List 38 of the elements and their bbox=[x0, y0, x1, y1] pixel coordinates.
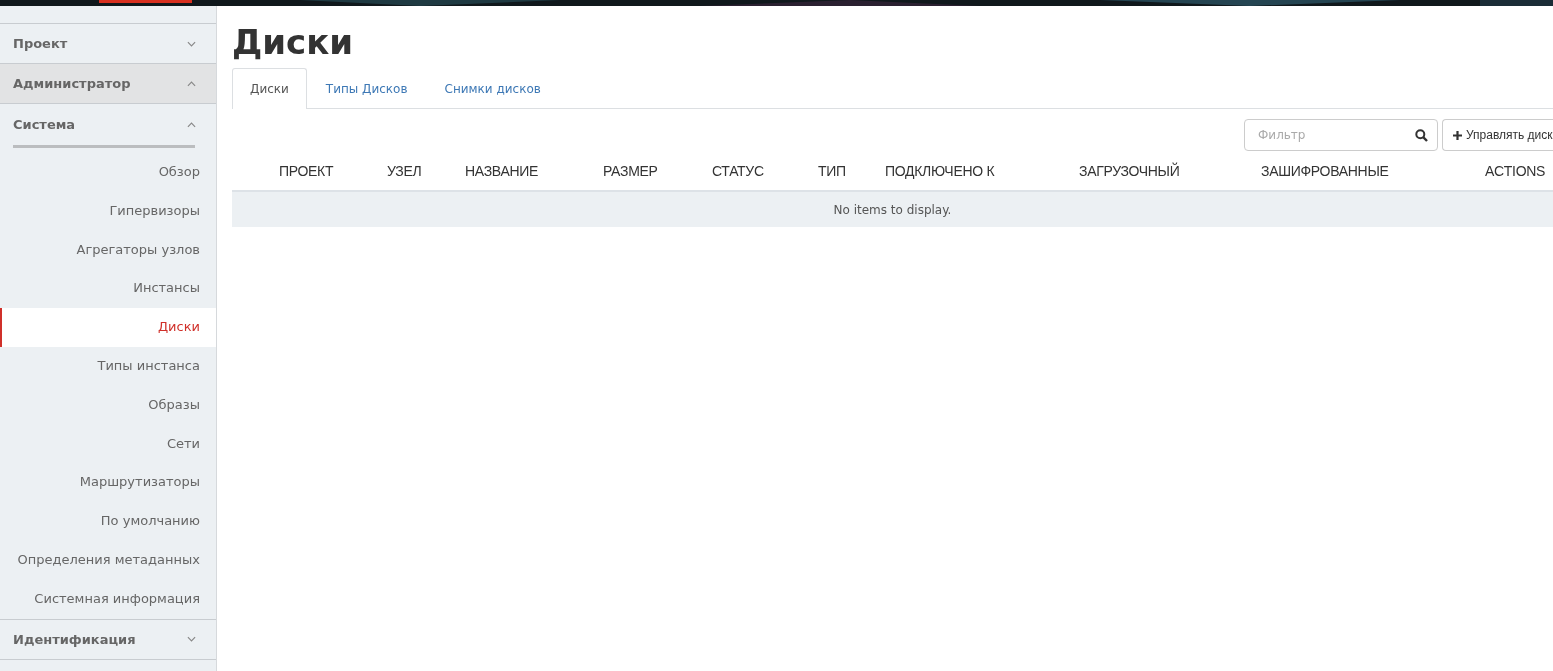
sidebar-item[interactable]: Обзор bbox=[0, 153, 216, 192]
column-header: ПРОЕКТ bbox=[279, 162, 335, 179]
page-title: Диски bbox=[232, 22, 355, 62]
tab[interactable]: Снимки дисков bbox=[426, 68, 559, 108]
column-header: ACTIONS bbox=[1485, 162, 1547, 179]
filter-field[interactable]: Фильтр bbox=[1244, 119, 1438, 151]
chevron-icon bbox=[187, 636, 196, 643]
manage-volumes-button[interactable]: Управлять диск bbox=[1442, 119, 1553, 151]
sidebar-section[interactable]: Система bbox=[0, 104, 216, 145]
sidebar-item[interactable]: Системная информация bbox=[0, 579, 216, 619]
column-header: НАЗВАНИЕ bbox=[465, 162, 540, 179]
column-header: РАЗМЕР bbox=[603, 162, 659, 179]
sidebar-item[interactable]: Агрегаторы узлов bbox=[0, 230, 216, 270]
column-header: ПОДКЛЮЧЕНО К bbox=[885, 162, 996, 179]
chevron-icon bbox=[187, 121, 196, 128]
tab[interactable]: Диски bbox=[232, 68, 307, 109]
chevron-icon bbox=[187, 40, 196, 47]
column-header: ЗАГРУЗОЧНЫЙ bbox=[1079, 162, 1181, 179]
sidebar-item[interactable]: Сети bbox=[0, 424, 216, 464]
plus-icon bbox=[1453, 130, 1462, 140]
column-header: УЗЕЛ bbox=[387, 162, 423, 179]
sidebar-item[interactable]: Определения метаданных bbox=[0, 540, 216, 580]
tab[interactable]: Типы Дисков bbox=[307, 68, 426, 108]
sidebar-section[interactable]: Администратор bbox=[0, 63, 216, 103]
search-icon bbox=[1415, 129, 1428, 142]
column-header: ТИП bbox=[818, 162, 847, 179]
sidebar-item[interactable]: По умолчанию bbox=[0, 502, 216, 541]
sidebar-item[interactable]: Инстансы bbox=[0, 269, 216, 309]
column-header: ЗАШИФРОВАННЫЕ bbox=[1261, 162, 1390, 179]
sidebar-item[interactable]: Образы bbox=[0, 385, 216, 425]
sidebar-item[interactable]: Гипервизоры bbox=[0, 191, 216, 231]
empty-message: No items to display. bbox=[833, 202, 952, 217]
sidebar-item[interactable]: Типы инстанса bbox=[0, 347, 216, 386]
sidebar-section[interactable]: Идентификация bbox=[0, 618, 216, 660]
sidebar-item[interactable]: Диски bbox=[0, 308, 216, 347]
column-header: СТАТУС bbox=[712, 162, 765, 179]
sidebar-item[interactable]: Маршрутизаторы bbox=[0, 463, 216, 503]
chevron-icon bbox=[187, 80, 196, 87]
